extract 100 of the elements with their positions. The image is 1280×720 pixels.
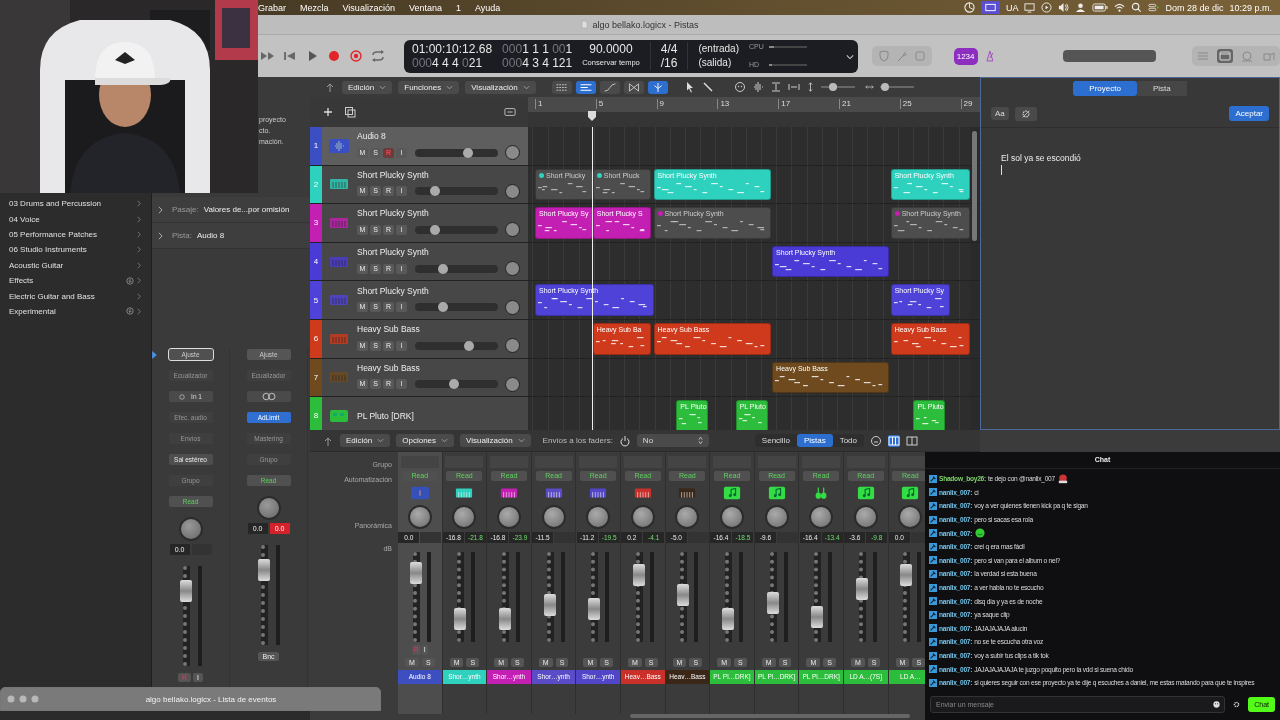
- chevron-down-icon[interactable]: [845, 53, 854, 60]
- fader-handle[interactable]: [258, 559, 270, 581]
- notepad-icon[interactable]: [1217, 49, 1233, 63]
- circle-icon[interactable]: [963, 2, 975, 13]
- menu-dropdown[interactable]: Visualización: [465, 80, 536, 94]
- fader-handle[interactable]: [588, 597, 601, 620]
- volume-slider[interactable]: [415, 148, 498, 157]
- fader-track[interactable]: [858, 552, 866, 642]
- cycle-icon[interactable]: [370, 50, 386, 62]
- menu-item[interactable]: Ventana: [408, 2, 442, 13]
- play-icon[interactable]: [1041, 2, 1053, 13]
- chevron-right-icon[interactable]: [158, 231, 163, 240]
- search-icon[interactable]: [1131, 2, 1143, 13]
- pan-knob[interactable]: [452, 505, 477, 529]
- track-name[interactable]: Short Plucky Synth: [357, 247, 520, 258]
- menu-bar-date[interactable]: Dom 28 de dic: [1165, 2, 1224, 13]
- track-name[interactable]: Short Plucky Synth: [357, 169, 520, 180]
- add-icon[interactable]: [322, 106, 334, 118]
- power-icon[interactable]: [618, 434, 631, 447]
- emoji-icon[interactable]: [1213, 700, 1221, 708]
- pan-knob[interactable]: [675, 505, 700, 529]
- pan-knob[interactable]: [505, 376, 520, 392]
- back-icon[interactable]: [324, 81, 336, 93]
- library-item[interactable]: 04 Voice: [0, 211, 151, 227]
- battery-icon[interactable]: [1092, 2, 1109, 13]
- fader-handle[interactable]: [855, 577, 868, 600]
- library-item[interactable]: 03 Drums and Percussion: [0, 196, 151, 212]
- volume-slider[interactable]: [415, 341, 498, 350]
- view-tab[interactable]: Sencillo: [754, 434, 797, 447]
- gear-icon[interactable]: [1014, 106, 1037, 121]
- view-tab[interactable]: Todo: [832, 434, 865, 447]
- fader-track[interactable]: [680, 552, 688, 642]
- fader-handle[interactable]: [721, 607, 734, 630]
- playhead-handle[interactable]: [588, 111, 596, 121]
- hourglass-icon[interactable]: [623, 80, 644, 94]
- pan-knob[interactable]: [407, 505, 432, 529]
- fast-forward-icon[interactable]: [260, 50, 276, 62]
- curve-icon[interactable]: [599, 80, 620, 94]
- settings-icon[interactable]: [1233, 700, 1241, 708]
- fader-handle[interactable]: [632, 564, 645, 587]
- fader-handle[interactable]: [180, 580, 192, 602]
- download-icon[interactable]: [126, 276, 134, 285]
- library-item[interactable]: 05 Performance Patches: [0, 226, 151, 243]
- waveform-icon[interactable]: [751, 81, 764, 93]
- pan-knob[interactable]: [541, 505, 566, 529]
- split-view-icon[interactable]: [906, 434, 919, 447]
- chevron-right-icon[interactable]: [158, 205, 163, 214]
- fader-handle[interactable]: [811, 605, 824, 628]
- record-mode-icon[interactable]: [348, 50, 364, 62]
- fader-track[interactable]: [635, 552, 643, 642]
- note-text-area[interactable]: El sol ya se escondió: [981, 138, 1279, 429]
- speaker-icon[interactable]: [1058, 2, 1070, 13]
- library-item[interactable]: Effects: [0, 272, 151, 289]
- menu-item[interactable]: Ayuda: [474, 2, 501, 13]
- pan-knob[interactable]: [764, 505, 789, 529]
- scroll-bar[interactable]: [972, 131, 977, 241]
- keyboard-layout[interactable]: UA: [1005, 2, 1019, 13]
- pan-knob[interactable]: [505, 261, 520, 277]
- accept-button[interactable]: Aceptar: [1229, 106, 1269, 121]
- tab[interactable]: Pista: [1136, 81, 1187, 96]
- grid-icon[interactable]: [551, 80, 572, 94]
- smiley-icon[interactable]: [870, 434, 883, 447]
- wifi-icon[interactable]: [1114, 2, 1126, 13]
- scroll-bar[interactable]: [630, 714, 910, 718]
- fader-track[interactable]: [546, 552, 554, 642]
- menu-bar-clock[interactable]: 10:29 p.m.: [1229, 2, 1272, 13]
- columns-icon[interactable]: [888, 434, 901, 447]
- volume-slider[interactable]: [415, 264, 498, 273]
- view-tab[interactable]: Pistas: [796, 434, 833, 447]
- pan-knob[interactable]: [505, 183, 520, 199]
- screen-icon[interactable]: [980, 1, 1000, 14]
- fader-track[interactable]: [502, 552, 509, 642]
- fader-handle[interactable]: [454, 607, 467, 630]
- sends-dropdown[interactable]: No: [636, 434, 709, 447]
- fader-track[interactable]: [457, 552, 465, 642]
- record-icon[interactable]: [326, 50, 342, 62]
- pan-knob[interactable]: [719, 505, 744, 529]
- pan-knob[interactable]: [853, 505, 878, 529]
- volume-slider[interactable]: [415, 303, 498, 312]
- fader-track[interactable]: [814, 552, 822, 642]
- track-name[interactable]: PL Pluto [DRK]: [357, 410, 414, 421]
- duplicate-icon[interactable]: [344, 106, 356, 118]
- library-item[interactable]: Electric Guitar and Bass: [0, 288, 151, 304]
- spread-icon[interactable]: [787, 81, 800, 93]
- link-icon[interactable]: [246, 391, 291, 402]
- inspector-row[interactable]: Pista: Audio 8: [152, 223, 310, 249]
- fader-track[interactable]: [769, 552, 777, 642]
- count-in-button[interactable]: 1234: [953, 47, 978, 65]
- volume-slider[interactable]: [415, 226, 498, 234]
- download-icon[interactable]: [126, 307, 134, 316]
- fader-track[interactable]: [724, 552, 732, 642]
- track-name[interactable]: Short Plucky Synth: [357, 208, 520, 219]
- pan-knob[interactable]: [630, 505, 655, 529]
- fader-track[interactable]: [903, 552, 911, 642]
- menu-item[interactable]: Visualización: [342, 2, 395, 13]
- pan-knob[interactable]: [809, 505, 834, 529]
- pan-knob[interactable]: [586, 505, 611, 529]
- menu-dropdown[interactable]: Visualización: [460, 434, 531, 447]
- fader-handle[interactable]: [900, 564, 913, 587]
- fader-handle[interactable]: [499, 607, 511, 630]
